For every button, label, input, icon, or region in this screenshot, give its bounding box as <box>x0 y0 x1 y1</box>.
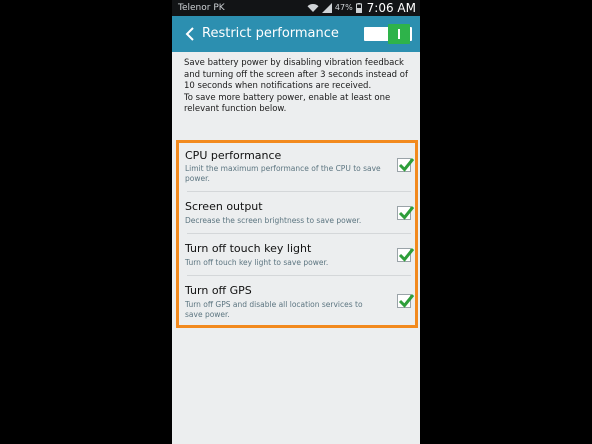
description-hint: To save more battery power, enable at le… <box>184 92 391 115</box>
option-touch-key-light[interactable]: Turn off touch key light Turn off touch … <box>179 233 415 275</box>
option-subtitle: Turn off GPS and disable all location se… <box>185 300 363 319</box>
clock: 7:06 AM <box>366 1 416 15</box>
divider <box>187 275 411 276</box>
restrict-performance-switch[interactable] <box>364 24 412 44</box>
description-text: Save battery power by disabling vibratio… <box>184 58 408 91</box>
cpu-performance-checkbox[interactable] <box>397 158 415 172</box>
status-bar: Telenor PK 47% 7:06 AM <box>172 0 420 16</box>
option-title: Turn off GPS <box>185 284 252 297</box>
options-highlight-box: CPU performance Limit the maximum perfor… <box>176 140 418 328</box>
option-title: Screen output <box>185 200 263 213</box>
status-icons: 47% 7:06 AM <box>307 0 416 16</box>
chevron-left-icon <box>185 27 194 41</box>
divider <box>187 233 411 234</box>
option-turn-off-gps[interactable]: Turn off GPS Turn off GPS and disable al… <box>179 275 415 325</box>
wifi-icon <box>307 4 319 12</box>
page-title: Restrict performance <box>202 26 339 41</box>
option-screen-output[interactable]: Screen output Decrease the screen bright… <box>179 191 415 233</box>
option-title: CPU performance <box>185 149 282 162</box>
carrier-name: Telenor PK <box>178 3 225 13</box>
checkmark-icon <box>398 294 415 308</box>
checkmark-icon <box>398 248 415 262</box>
signal-icon <box>321 3 332 13</box>
battery-percent: 47% <box>334 3 353 12</box>
option-subtitle: Limit the maximum performance of the CPU… <box>185 164 381 183</box>
switch-thumb <box>388 24 410 44</box>
description: Save battery power by disabling vibratio… <box>184 58 412 116</box>
checkmark-icon <box>398 158 415 172</box>
action-bar: Restrict performance <box>172 16 420 52</box>
touch-key-light-checkbox[interactable] <box>397 248 415 262</box>
option-subtitle: Decrease the screen brightness to save p… <box>185 216 362 225</box>
option-cpu-performance[interactable]: CPU performance Limit the maximum perfor… <box>179 143 415 191</box>
screen-output-checkbox[interactable] <box>397 206 415 220</box>
back-button[interactable] <box>178 22 202 46</box>
turn-off-gps-checkbox[interactable] <box>397 294 415 308</box>
checkmark-icon <box>398 206 415 220</box>
option-subtitle: Turn off touch key light to save power. <box>185 258 329 267</box>
option-title: Turn off touch key light <box>185 242 312 255</box>
battery-icon <box>355 3 362 13</box>
divider <box>187 191 411 192</box>
